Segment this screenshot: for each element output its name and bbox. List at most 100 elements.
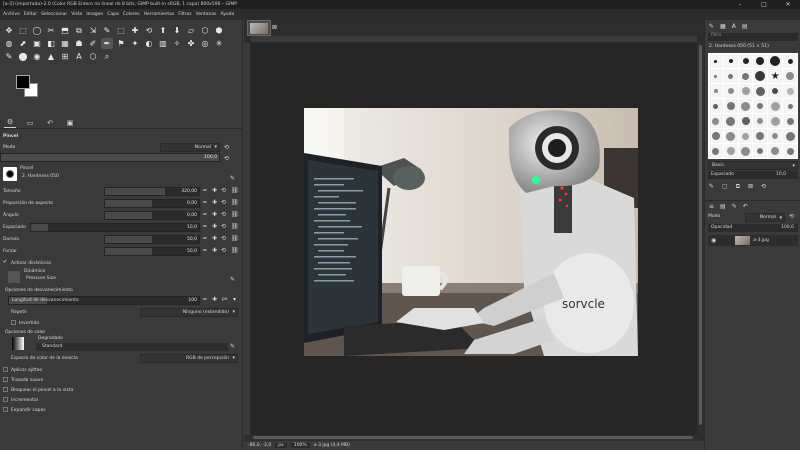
menu-editar[interactable]: Editar	[24, 12, 37, 17]
move-tool-icon[interactable]: ✥	[3, 25, 15, 36]
brush-edit-icon[interactable]: ✎	[230, 175, 235, 182]
warp-icon[interactable]: ◍	[3, 38, 15, 49]
minimize-button[interactable]: –	[728, 0, 752, 9]
image-tab-close-icon[interactable]: ⊠	[272, 24, 277, 31]
images-tab-icon[interactable]: ▣	[64, 118, 76, 128]
dynamics-icon[interactable]	[8, 271, 20, 283]
size-link-icon[interactable]: ⛓	[231, 187, 239, 194]
hardness-slider[interactable]: 50,0	[104, 234, 200, 244]
text-tool-icon[interactable]: A	[73, 51, 85, 62]
expand-layers-checkbox[interactable]	[3, 407, 8, 412]
grid-icon[interactable]: ⊞	[59, 51, 71, 62]
image-tab[interactable]	[247, 20, 271, 36]
layer-item[interactable]: ◉ a-3.jpg	[708, 235, 798, 246]
dynamics-edit-icon[interactable]: ✎	[230, 276, 235, 283]
layers-mode-combo[interactable]: Normal	[745, 213, 785, 222]
spacing-link-icon[interactable]: ⛓	[231, 223, 239, 230]
menu-herramientas[interactable]: Herramientas	[144, 12, 175, 17]
fade-increase-icon[interactable]: ✚	[212, 296, 217, 303]
vertical-ruler[interactable]	[244, 43, 251, 435]
gradient-icon[interactable]: ▦	[59, 38, 71, 49]
fonts-tab-icon[interactable]: A	[732, 23, 736, 30]
delete-brush-icon[interactable]: ⊠	[748, 183, 753, 190]
force-increase-icon[interactable]: ✚	[212, 247, 217, 254]
cage-icon[interactable]: ⬢	[213, 25, 225, 36]
force-slider[interactable]: 50,0	[104, 246, 200, 256]
device-status-tab-icon[interactable]: ▭	[24, 118, 36, 128]
zoom-selector[interactable]: 100%	[290, 443, 310, 448]
eraser-icon[interactable]: ⚑	[115, 38, 127, 49]
align-tool-icon[interactable]: ⬚	[17, 25, 29, 36]
hardness-decrease-icon[interactable]: ━	[203, 235, 207, 242]
menu-archivo[interactable]: Archivo	[3, 12, 20, 17]
force-decrease-icon[interactable]: ━	[203, 247, 207, 254]
gradient-edit-icon[interactable]: ✎	[230, 343, 235, 350]
tool-options-tab-icon[interactable]: ⚙	[4, 118, 16, 128]
paths-icon[interactable]: ✎	[101, 25, 113, 36]
mypaint-brush-icon[interactable]: ▥	[157, 38, 169, 49]
size-increase-icon[interactable]: ✚	[212, 187, 217, 194]
scale-icon[interactable]: ⬆	[157, 25, 169, 36]
shear-icon[interactable]: ⬇	[171, 25, 183, 36]
new-brush-icon[interactable]: ▢	[722, 183, 728, 190]
angle-slider[interactable]: 0,00	[104, 210, 200, 220]
aspect-decrease-icon[interactable]: ━	[203, 199, 207, 206]
perspective-clone-icon[interactable]: ◎	[199, 38, 211, 49]
brush-tag-combo[interactable]: Basic.	[708, 161, 798, 170]
layers-opacity-slider[interactable]: Opacidad 100,0	[708, 224, 798, 232]
canvas-image[interactable]: sorvcle	[304, 108, 638, 356]
undo-history-tab-icon[interactable]: ↶	[44, 118, 56, 128]
angle-reset-icon[interactable]: ⟲	[221, 211, 226, 218]
ellipse-select-icon[interactable]: ✂	[45, 25, 57, 36]
menu-ayuda[interactable]: Ayuda	[220, 12, 234, 17]
fuzzy-select-icon[interactable]: ⧉	[73, 25, 85, 36]
fade-length-slider[interactable]: Longitud de desvanecimiento 100	[8, 295, 200, 305]
maximize-button[interactable]: □	[752, 0, 776, 9]
unit-selector[interactable]: px	[275, 443, 287, 448]
foreground-select-icon[interactable]: ◧	[45, 38, 57, 49]
aspect-link-icon[interactable]: ⛓	[231, 199, 239, 206]
menu-colores[interactable]: Colores	[123, 12, 140, 17]
spacing-increase-icon[interactable]: ✚	[212, 223, 217, 230]
brush-filter-input[interactable]: filtro	[708, 33, 798, 41]
horizontal-ruler[interactable]	[251, 36, 697, 43]
menu-seleccionar[interactable]: Seleccionar	[41, 12, 67, 17]
clone-icon[interactable]: ✧	[171, 38, 183, 49]
menu-filtros[interactable]: Filtros	[178, 12, 191, 17]
force-reset-icon[interactable]: ⟲	[221, 247, 226, 254]
aspect-increase-icon[interactable]: ✚	[212, 199, 217, 206]
smudge-icon[interactable]: ✎	[3, 51, 15, 62]
undo-tab-icon[interactable]: ↶	[743, 203, 748, 210]
perspective-icon[interactable]: ▱	[185, 25, 197, 36]
scissors-select-icon[interactable]: ⬒	[59, 25, 71, 36]
menu-vista[interactable]: Vista	[71, 12, 82, 17]
vertical-scrollbar[interactable]	[697, 43, 704, 435]
mode-combo[interactable]: Normal	[160, 142, 220, 152]
document-history-tab-icon[interactable]: ▤	[742, 23, 748, 30]
brush-preview[interactable]	[3, 167, 17, 181]
mode-reset-icon[interactable]: ⟲	[224, 144, 229, 151]
aspect-reset-icon[interactable]: ⟲	[221, 199, 226, 206]
size-slider[interactable]: 320,00	[104, 186, 200, 196]
dodge-burn-icon[interactable]: ⬤	[17, 51, 29, 62]
edit-brush-icon[interactable]: ✎	[709, 183, 714, 190]
hardness-increase-icon[interactable]: ✚	[212, 235, 217, 242]
blur-sharpen-icon[interactable]: ✳	[213, 38, 225, 49]
brush-grid[interactable]: ★	[708, 53, 798, 159]
brush-spacing-slider[interactable]: Espaciado 10,0	[708, 171, 798, 179]
rect-select-icon[interactable]: ◯	[31, 25, 43, 36]
bucket-fill-icon[interactable]: ☗	[73, 38, 85, 49]
fade-decrease-icon[interactable]: ━	[203, 296, 207, 303]
flip-icon[interactable]: ⬡	[199, 25, 211, 36]
menu-ventanas[interactable]: Ventanas	[196, 12, 217, 17]
menu-imagen[interactable]: Imagen	[86, 12, 103, 17]
warning-triangle-icon[interactable]: ▲	[45, 51, 57, 62]
brushes-tab-icon[interactable]: ✎	[709, 23, 714, 30]
channels-tab-icon[interactable]: ▤	[720, 203, 726, 210]
unified-transform-icon[interactable]: ⬈	[17, 38, 29, 49]
paths-tab-icon[interactable]: ✎	[732, 203, 737, 210]
spacing-decrease-icon[interactable]: ━	[203, 223, 207, 230]
force-link-icon[interactable]: ⛓	[231, 247, 239, 254]
close-window-button[interactable]: ✕	[776, 0, 800, 9]
reverse-checkbox[interactable]	[11, 320, 16, 325]
